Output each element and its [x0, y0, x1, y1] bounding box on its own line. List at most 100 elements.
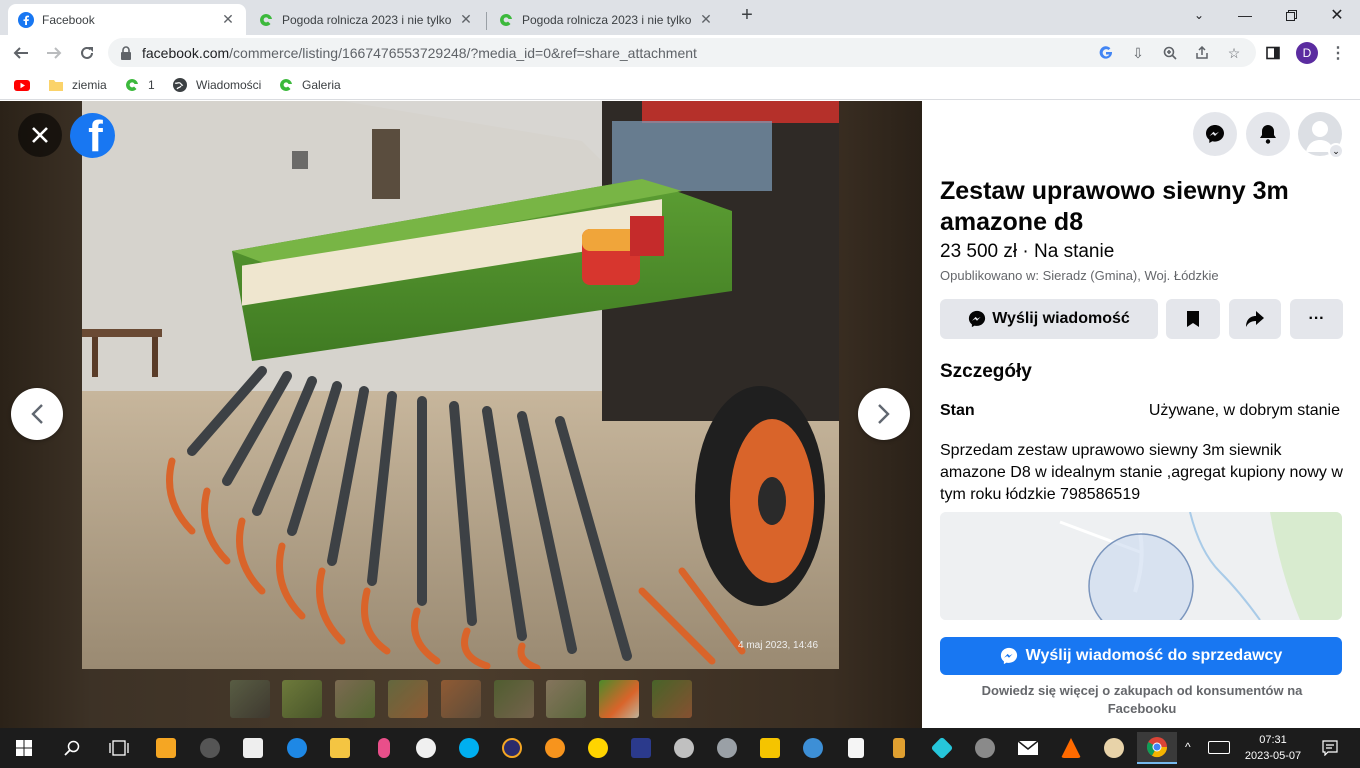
messenger-button[interactable]: [1193, 112, 1237, 156]
thumbnail[interactable]: [652, 680, 692, 718]
zoom-icon[interactable]: [1160, 43, 1180, 63]
chevron-down-icon[interactable]: ⌄: [1328, 143, 1344, 159]
thumbnail[interactable]: [441, 680, 481, 718]
action-center-button[interactable]: [1310, 732, 1350, 764]
new-tab-button[interactable]: +: [732, 0, 762, 30]
tab-pogoda-1[interactable]: Pogoda rolnicza 2023 i nie tylko ✕: [248, 4, 484, 35]
send-message-button[interactable]: Wyślij wiadomość: [940, 299, 1158, 339]
thumbnail[interactable]: [230, 680, 270, 718]
taskbar-clock[interactable]: 07:31 2023-05-07: [1238, 732, 1308, 764]
bookmark-label: ziemia: [72, 78, 107, 92]
taskbar-chrome[interactable]: [1137, 732, 1177, 764]
start-button[interactable]: [4, 732, 44, 764]
clock-date: 2023-05-07: [1244, 750, 1302, 762]
notification-icon: [1322, 740, 1338, 756]
close-viewer-button[interactable]: [18, 113, 62, 157]
taskbar-norton[interactable]: [578, 732, 618, 764]
thumbnail[interactable]: [388, 680, 428, 718]
tab-pogoda-2[interactable]: Pogoda rolnicza 2023 i nie tylko ✕: [488, 4, 724, 35]
taskbar-avast[interactable]: [535, 732, 575, 764]
tab-title: Pogoda rolnicza 2023 i nie tylko: [522, 12, 692, 27]
taskbar-app-gear[interactable]: [965, 732, 1005, 764]
listing-price: 23 500 zł · Na stanie: [940, 241, 1115, 262]
close-window-button[interactable]: ✕: [1314, 0, 1360, 30]
close-tab-icon[interactable]: ✕: [220, 11, 236, 28]
close-tab-icon[interactable]: ✕: [698, 11, 714, 28]
bookmark-youtube[interactable]: [14, 76, 38, 94]
thumbnail[interactable]: [335, 680, 375, 718]
next-photo-button[interactable]: [858, 388, 910, 440]
location-map[interactable]: [940, 512, 1342, 620]
tray-chevron-up-icon[interactable]: ^: [1185, 740, 1191, 754]
address-bar[interactable]: facebook.com/commerce/listing/1667476553…: [108, 38, 1256, 67]
thumbnail[interactable]: [282, 680, 322, 718]
search-icon: [64, 740, 80, 756]
bookmark-1[interactable]: 1: [124, 76, 155, 94]
bookmark-wiadomosci[interactable]: Wiadomości: [172, 76, 261, 94]
taskbar-media-player[interactable]: [146, 732, 186, 764]
taskbar-app-glasses[interactable]: [190, 732, 230, 764]
taskbar-app-v[interactable]: [750, 732, 790, 764]
folder-icon: [49, 80, 63, 91]
previous-photo-button[interactable]: [11, 388, 63, 440]
url-path: /commerce/listing/1667476553729248/?medi…: [229, 44, 697, 61]
taskbar-itunes[interactable]: [406, 732, 446, 764]
taskbar-skype[interactable]: [449, 732, 489, 764]
globe-icon: [173, 78, 187, 92]
taskbar-app-diamond[interactable]: [922, 732, 962, 764]
facebook-icon: [18, 11, 34, 28]
taskbar-file-explorer[interactable]: [320, 732, 360, 764]
minimize-button[interactable]: —: [1222, 0, 1268, 30]
taskbar-dvd[interactable]: [664, 732, 704, 764]
side-panel-icon[interactable]: [1263, 43, 1283, 63]
learn-more-link[interactable]: Dowiedz się więcej o zakupach od konsume…: [962, 682, 1322, 718]
bookmark-galeria[interactable]: Galeria: [278, 76, 341, 94]
taskbar-mail[interactable]: [1008, 732, 1048, 764]
bookmark-label: 1: [148, 78, 155, 92]
bookmark-label: Galeria: [302, 78, 341, 92]
install-icon[interactable]: ⇩: [1128, 43, 1148, 63]
more-options-button[interactable]: ···: [1290, 299, 1343, 339]
message-seller-button[interactable]: Wyślij wiadomość do sprzedawcy: [940, 637, 1342, 675]
search-button[interactable]: [52, 732, 92, 764]
taskbar-app-pencil[interactable]: [879, 732, 919, 764]
back-button[interactable]: [7, 39, 35, 67]
maximize-button[interactable]: [1268, 0, 1314, 30]
taskbar-app-crown[interactable]: [621, 732, 661, 764]
share-button[interactable]: [1229, 299, 1281, 339]
tab-facebook[interactable]: Facebook ✕: [8, 4, 246, 35]
thumbnail[interactable]: [494, 680, 534, 718]
task-view-button[interactable]: [99, 732, 139, 764]
taskbar-app-a[interactable]: [1051, 732, 1091, 764]
keyboard-icon[interactable]: [1208, 741, 1230, 754]
taskbar-store[interactable]: [233, 732, 273, 764]
taskbar-notepad[interactable]: [836, 732, 876, 764]
reload-icon: [81, 46, 93, 59]
facebook-logo[interactable]: f: [70, 113, 115, 158]
share-icon[interactable]: [1192, 43, 1212, 63]
taskbar-app-grey[interactable]: [707, 732, 747, 764]
browser-toolbar: facebook.com/commerce/listing/1667476553…: [0, 35, 1360, 70]
bookmark-ziemia[interactable]: ziemia: [48, 76, 107, 94]
reload-button[interactable]: [73, 39, 101, 67]
map-image: [940, 512, 1342, 620]
kebab-menu-icon[interactable]: ⋮: [1328, 43, 1348, 63]
tab-search-button[interactable]: ⌄: [1176, 0, 1222, 30]
thumbnail[interactable]: [546, 680, 586, 718]
close-tab-icon[interactable]: ✕: [458, 11, 474, 28]
taskbar-app-globe[interactable]: [793, 732, 833, 764]
condition-label: Stan: [940, 402, 975, 419]
save-button[interactable]: [1166, 299, 1220, 339]
taskbar-speed-app[interactable]: [492, 732, 532, 764]
profile-avatar[interactable]: D: [1296, 42, 1318, 64]
listing-location: Opublikowano w: Sieradz (Gmina), Woj. Łó…: [940, 268, 1219, 283]
google-translate-icon[interactable]: [1096, 43, 1116, 63]
taskbar-paint[interactable]: [1094, 732, 1134, 764]
taskbar-edge[interactable]: [277, 732, 317, 764]
thumbnail-active[interactable]: [599, 680, 639, 718]
more-icon: ···: [1308, 310, 1325, 327]
notifications-button[interactable]: [1246, 112, 1290, 156]
forward-button[interactable]: [40, 39, 68, 67]
taskbar-app-pen[interactable]: [364, 732, 404, 764]
bookmark-star-icon[interactable]: ☆: [1224, 43, 1244, 63]
